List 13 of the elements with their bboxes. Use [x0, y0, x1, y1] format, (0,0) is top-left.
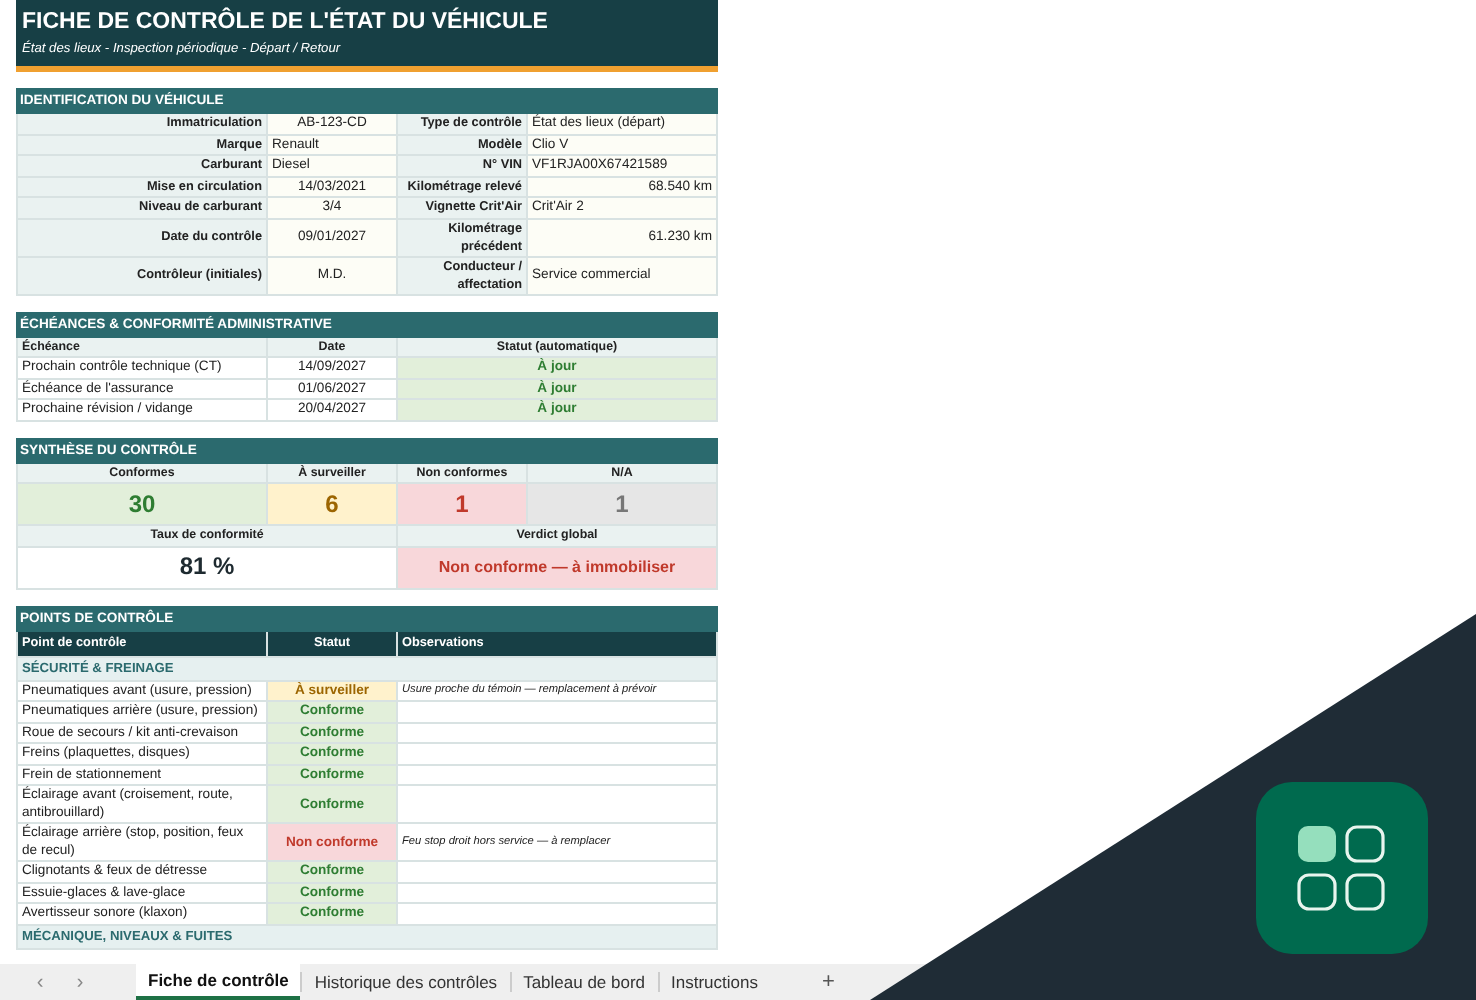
sheet-title: FICHE DE CONTRÔLE DE L'ÉTAT DU VÉHICULE [22, 6, 550, 38]
count-value: 6 [268, 484, 396, 524]
verdict-value: Non conforme — à immobiliser [398, 547, 716, 587]
count-value: 30 [18, 484, 266, 524]
sheet-tab[interactable]: Tableau de bord [511, 964, 658, 1000]
count-value: 1 [528, 484, 716, 524]
add-sheet-button[interactable]: + [810, 964, 847, 1000]
count-value: 1 [398, 484, 526, 524]
rate-value: 81 % [18, 547, 396, 587]
sheet-tab[interactable]: Historique des contrôles [302, 964, 510, 1000]
sheet-tab[interactable]: Fiche de contrôle [136, 964, 301, 1000]
sheet-tab[interactable]: Instructions [659, 964, 770, 1000]
grid-logo-icon [1256, 782, 1428, 954]
